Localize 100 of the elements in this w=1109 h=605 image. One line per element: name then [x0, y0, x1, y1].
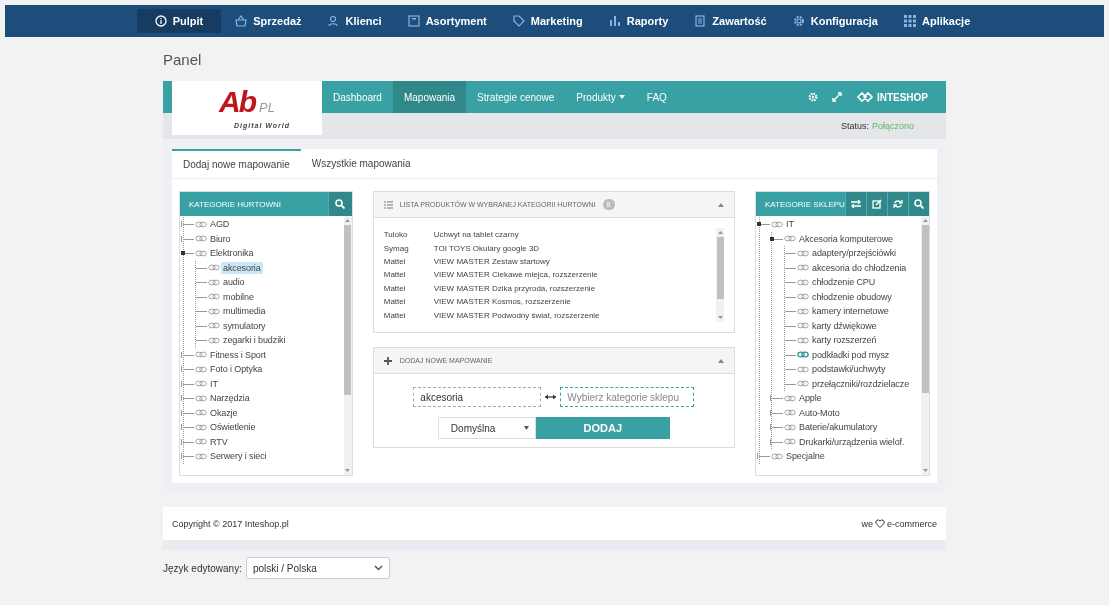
nav-item[interactable]: Sprzedaż [223, 9, 314, 33]
expanded-marker[interactable] [181, 251, 185, 255]
tree-item[interactable]: Fitness i Sport [208, 348, 269, 361]
collapse-icon[interactable] [718, 202, 724, 207]
footer-text: we [861, 518, 873, 529]
link-icon [195, 351, 207, 359]
scrollbar[interactable] [343, 216, 352, 475]
shop-category-field[interactable]: Wybierz kategorie sklepu [560, 387, 695, 407]
refresh-icon[interactable] [892, 199, 903, 209]
tree-item[interactable]: Apple [797, 392, 824, 405]
settings-icon [792, 15, 805, 27]
product-name: VIEW MASTER Kosmos, rozszerzenie [433, 297, 571, 307]
tree-item[interactable]: Akcesoria komputerowe [797, 232, 895, 245]
search-icon[interactable] [914, 199, 924, 209]
tree-item[interactable]: Specjalne [784, 450, 827, 463]
link-icon [195, 249, 207, 257]
nav-item[interactable]: Pulpit [136, 9, 222, 33]
link-icon [208, 336, 220, 344]
tree-item[interactable]: AGD [208, 218, 232, 231]
tree-item[interactable]: mobilne [221, 290, 256, 303]
tree-item[interactable]: chłodzenie obudowy [810, 290, 894, 303]
tree-item[interactable]: audio [221, 276, 247, 289]
bar-chart-icon [608, 15, 621, 27]
nav-item[interactable]: Klienci [315, 9, 394, 33]
brand-logo: INTESHOP [855, 91, 928, 103]
tree-item[interactable]: zegarki i budziki [221, 334, 288, 347]
double-arrow-icon [545, 394, 557, 400]
tree-item[interactable]: podkładki pod mysz [810, 348, 892, 361]
tree-item[interactable]: Narzędzia [208, 392, 252, 405]
language-select[interactable]: polski / Polska [245, 557, 390, 579]
menu-item[interactable]: Mapowania [392, 81, 467, 113]
source-category-field[interactable]: akcesoria [413, 387, 542, 407]
link-icon [195, 365, 207, 373]
swap-icon[interactable] [850, 199, 861, 209]
settings-icon[interactable] [807, 92, 818, 102]
strategy-select[interactable]: Domyślna [437, 417, 536, 439]
tree-item[interactable]: przełączniki/rozdzielacze [810, 377, 912, 390]
nav-item[interactable]: Konfiguracja [780, 9, 890, 33]
tree-item[interactable]: Drukarki/urządzenia wielof. [797, 435, 907, 448]
scroll-down-icon[interactable] [344, 467, 352, 475]
panel-title: KATEGORIE SKLEPU [764, 199, 845, 209]
product-name: VIEW MASTER Ciekawe miejca, rozszerzenie [433, 270, 598, 280]
heart-icon [875, 519, 885, 528]
edit-icon[interactable] [871, 199, 882, 209]
scrollbar[interactable] [716, 228, 724, 322]
product-brand: Symag [383, 243, 410, 253]
tree-item[interactable]: podstawki/uchwyty [810, 363, 888, 376]
tree-item[interactable]: akcesoria [221, 261, 263, 274]
search-icon[interactable] [335, 199, 346, 209]
tree-item[interactable]: kamery internetowe [810, 305, 891, 318]
nav-item[interactable]: Aplikacje [891, 9, 983, 33]
tree-item[interactable]: Oświetlenie [208, 421, 258, 434]
language-label: Język edytowany: [163, 562, 242, 574]
tree-item[interactable]: symulatory [221, 319, 268, 332]
link-icon [208, 293, 220, 301]
expand-icon[interactable] [831, 92, 842, 102]
tree-item[interactable]: RTV [208, 435, 230, 448]
product-brand: Tuloko [383, 230, 409, 240]
expanded-marker[interactable] [770, 236, 774, 241]
collapse-icon[interactable] [718, 358, 724, 363]
tree-item[interactable]: Foto i Optyka [208, 363, 265, 376]
link-icon [195, 220, 207, 228]
link-icon [195, 423, 207, 431]
tree-item[interactable]: multimedia [221, 305, 268, 318]
product-name: VIEW MASTER Podwodny świat, rozszerzenie [433, 310, 600, 320]
nav-item[interactable]: Asortyment [395, 9, 499, 33]
tree-item[interactable]: Biuro [208, 232, 233, 245]
box-icon [407, 15, 420, 27]
tree-item[interactable]: Auto-Moto [797, 406, 842, 419]
chevron-down-icon [373, 565, 383, 571]
tree-item[interactable]: Elektronika [208, 247, 256, 260]
link-icon [195, 394, 207, 402]
link-icon [195, 380, 207, 388]
tree-item[interactable]: Okazje [208, 406, 240, 419]
product-brand: Mattel [383, 283, 407, 293]
tree-item[interactable]: IT [208, 377, 220, 390]
expanded-marker[interactable] [757, 222, 761, 226]
tab[interactable]: Wszystkie mapowania [300, 149, 422, 178]
footer-text: e-commerce [887, 518, 937, 529]
scroll-down-icon[interactable] [716, 314, 724, 322]
nav-item[interactable]: Zawartość [682, 9, 779, 33]
document-icon [694, 15, 707, 27]
basket-icon [235, 15, 248, 27]
tree-item[interactable]: IT [784, 218, 796, 231]
tree-item[interactable]: adaptery/przejściówki [810, 247, 898, 260]
link-icon [195, 438, 207, 446]
nav-item[interactable]: Raporty [596, 9, 681, 33]
tree-item[interactable]: karty rozszerzeń [810, 334, 879, 347]
product-brand: Mattel [383, 270, 407, 280]
tree-item[interactable]: akcesoria do chłodzenia [810, 261, 909, 274]
tree-item[interactable]: karty dźwiękowe [810, 319, 879, 332]
link-icon [208, 322, 220, 330]
status-value: Połączono [871, 121, 914, 131]
tree-item[interactable]: Serwery i sieci [208, 450, 269, 463]
product-name: Uchwyt na tablet czarny [433, 230, 519, 240]
tree-item[interactable]: chłodzenie CPU [810, 276, 878, 289]
scrollbar[interactable] [921, 216, 929, 475]
scroll-down-icon[interactable] [921, 467, 929, 475]
nav-item[interactable]: Marketing [500, 9, 595, 33]
tree-item[interactable]: Baterie/akumulatory [797, 421, 880, 434]
